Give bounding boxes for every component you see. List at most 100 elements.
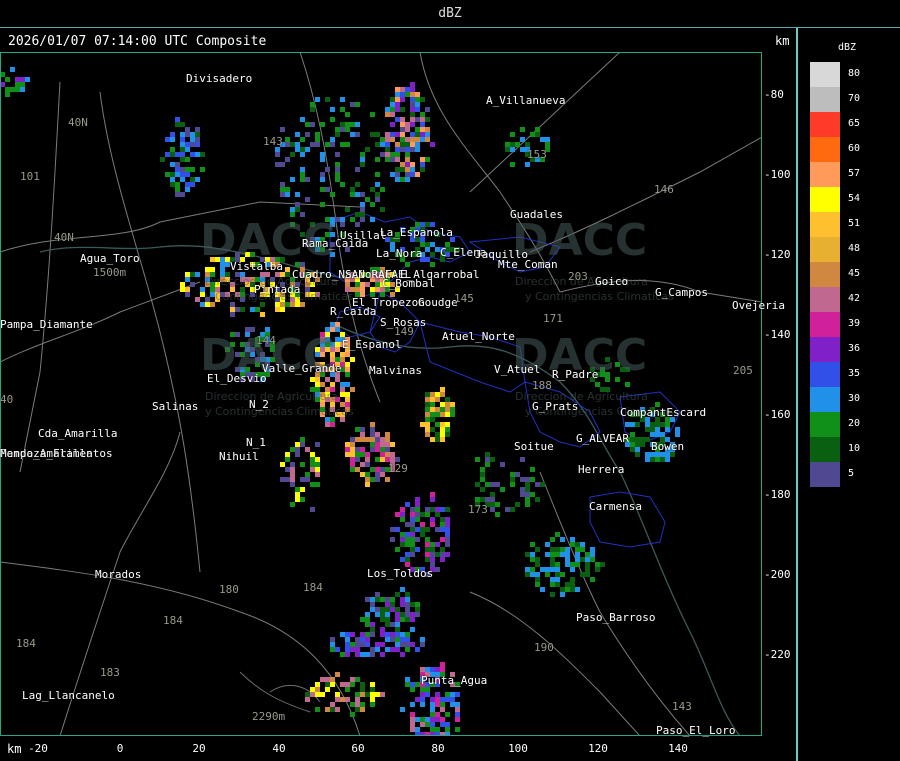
radar-echo-pixel xyxy=(450,412,455,417)
radar-echo-pixel xyxy=(190,282,195,287)
radar-echo-pixel xyxy=(290,467,295,472)
radar-echo-pixel xyxy=(580,547,585,552)
radar-echo-pixel xyxy=(315,467,320,472)
radar-echo-pixel xyxy=(350,217,355,222)
radar-echo-pixel xyxy=(395,167,400,172)
radar-echo-pixel xyxy=(435,392,440,397)
radar-echo-pixel xyxy=(425,127,430,132)
radar-echo-pixel xyxy=(285,187,290,192)
radar-echo-pixel xyxy=(345,447,350,452)
radar-echo-pixel xyxy=(295,442,300,447)
radar-echo-pixel xyxy=(520,457,525,462)
radar-echo-pixel xyxy=(310,462,315,467)
radar-echo-pixel xyxy=(20,87,25,92)
radar-echo-pixel xyxy=(505,142,510,147)
radar-echo-pixel xyxy=(390,527,395,532)
radar-echo-pixel xyxy=(320,152,325,157)
radar-echo-pixel xyxy=(190,152,195,157)
radar-echo-pixel xyxy=(420,687,425,692)
radar-echo-pixel xyxy=(365,437,370,442)
radar-echo-pixel xyxy=(570,537,575,542)
radar-echo-pixel xyxy=(525,487,530,492)
radar-echo-pixel xyxy=(330,422,335,427)
radar-echo-pixel xyxy=(180,167,185,172)
radar-echo-pixel xyxy=(345,392,350,397)
route-number: 184 xyxy=(16,637,36,650)
place-label: La_Espanola xyxy=(380,226,453,239)
radar-echo-pixel xyxy=(380,472,385,477)
place-label: Goudge xyxy=(418,296,458,309)
radar-echo-pixel xyxy=(410,82,415,87)
radar-echo-pixel xyxy=(435,412,440,417)
legend-swatch xyxy=(810,262,840,287)
radar-echo-pixel xyxy=(425,137,430,142)
radar-echo-pixel xyxy=(540,137,545,142)
radar-echo-pixel xyxy=(415,697,420,702)
radar-echo-pixel xyxy=(280,477,285,482)
radar-echo-pixel xyxy=(340,682,345,687)
radar-echo-pixel xyxy=(425,117,430,122)
radar-echo-pixel xyxy=(380,632,385,637)
route-number: 183 xyxy=(100,666,120,679)
radar-echo-pixel xyxy=(445,397,450,402)
radar-echo-pixel xyxy=(355,652,360,657)
radar-echo-pixel xyxy=(475,457,480,462)
legend-value: 54 xyxy=(848,193,861,204)
radar-echo-pixel xyxy=(525,492,530,497)
radar-echo-pixel xyxy=(350,457,355,462)
radar-echo-pixel xyxy=(295,497,300,502)
radar-echo-pixel xyxy=(630,447,635,452)
legend-value: 10 xyxy=(848,443,861,454)
radar-echo-pixel xyxy=(285,142,290,147)
radar-echo-pixel xyxy=(630,422,635,427)
radar-echo-pixel xyxy=(320,172,325,177)
radar-echo-pixel xyxy=(280,162,285,167)
radar-echo-pixel xyxy=(435,542,440,547)
radar-echo-pixel xyxy=(280,462,285,467)
radar-echo-pixel xyxy=(550,537,555,542)
radar-echo-pixel xyxy=(480,472,485,477)
legend-value: 48 xyxy=(848,243,861,254)
radar-echo-pixel xyxy=(525,567,530,572)
radar-echo-pixel xyxy=(555,582,560,587)
radar-echo-pixel xyxy=(195,297,200,302)
radar-echo-pixel xyxy=(495,482,500,487)
radar-echo-pixel xyxy=(180,282,185,287)
radar-echo-pixel xyxy=(445,692,450,697)
radar-echo-pixel xyxy=(15,77,20,82)
radar-echo-pixel xyxy=(400,512,405,517)
radar-echo-pixel xyxy=(415,527,420,532)
radar-echo-pixel xyxy=(445,537,450,542)
radar-echo-pixel xyxy=(560,552,565,557)
radar-echo-pixel xyxy=(400,652,405,657)
legend-value: 80 xyxy=(848,68,861,79)
radar-echo-pixel xyxy=(390,137,395,142)
radar-echo-pixel xyxy=(415,172,420,177)
radar-echo-pixel xyxy=(395,592,400,597)
radar-echo-pixel xyxy=(495,512,500,517)
place-label: A_Villanueva xyxy=(486,94,566,107)
radar-echo-pixel xyxy=(335,347,340,352)
radar-echo-pixel xyxy=(375,597,380,602)
radar-echo-pixel xyxy=(590,552,595,557)
radar-echo-pixel xyxy=(340,387,345,392)
radar-echo-pixel xyxy=(395,97,400,102)
y-tick-label: -220 xyxy=(764,648,791,661)
radar-echo-pixel xyxy=(575,562,580,567)
radar-echo-pixel xyxy=(400,167,405,172)
radar-echo-pixel xyxy=(285,477,290,482)
radar-echo-pixel xyxy=(420,697,425,702)
radar-echo-pixel xyxy=(355,437,360,442)
radar-echo-pixel xyxy=(645,427,650,432)
radar-echo-pixel xyxy=(415,682,420,687)
radar-echo-pixel xyxy=(515,502,520,507)
place-label: CompantEscard xyxy=(620,406,707,419)
radar-echo-pixel xyxy=(400,537,405,542)
x-unit-label: km xyxy=(7,742,22,756)
legend-swatch xyxy=(810,337,840,362)
radar-echo-pixel xyxy=(415,717,420,722)
radar-echo-pixel xyxy=(435,422,440,427)
radar-echo-pixel xyxy=(165,137,170,142)
radar-echo-pixel xyxy=(440,557,445,562)
radar-echo-pixel xyxy=(420,702,425,707)
